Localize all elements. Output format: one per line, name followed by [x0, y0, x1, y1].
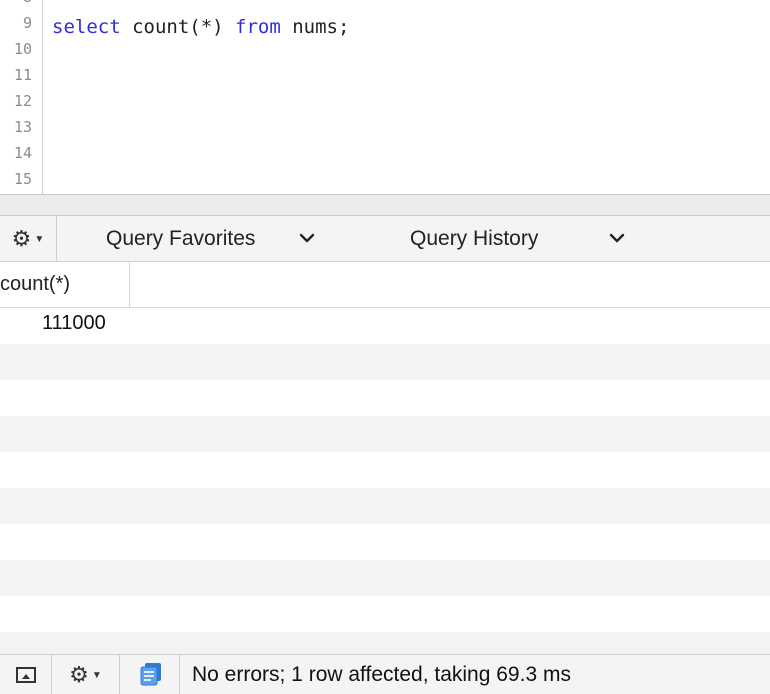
table-row[interactable]: 111000 [0, 308, 770, 344]
line-number-gutter: 8 9 10 11 12 13 14 15 [0, 0, 43, 194]
console-log-icon [140, 662, 161, 685]
dropdown-triangle-icon: ▼ [91, 670, 102, 681]
empty-row [0, 524, 770, 560]
column-header[interactable]: count(*) [0, 262, 130, 307]
line-number: 10 [13, 40, 32, 58]
sql-text: count(*) [120, 16, 236, 38]
empty-row [0, 560, 770, 596]
query-history-button[interactable]: Query History [410, 216, 538, 261]
dropdown-triangle-icon: ▼ [34, 234, 45, 245]
empty-row [0, 380, 770, 416]
empty-row [0, 488, 770, 524]
table-cell[interactable]: 111000 [42, 312, 106, 335]
status-message: No errors; 1 row affected, taking 69.3 m… [192, 662, 571, 686]
query-favorites-label: Query Favorites [106, 226, 256, 250]
query-toolbar: ⚙ ▼ Query Favorites Query History [0, 216, 770, 262]
line-number: 8 [2, 0, 32, 6]
query-actions-button[interactable]: ⚙ ▼ [0, 216, 57, 261]
line-number: 15 [13, 170, 32, 188]
query-favorites-button[interactable]: Query Favorites [106, 216, 255, 261]
results-table: 111000 [0, 308, 770, 654]
chevron-down-icon[interactable] [608, 228, 626, 248]
status-actions-button[interactable]: ⚙ ▼ [52, 655, 120, 694]
gear-icon: ⚙ [69, 661, 89, 687]
sql-code-line[interactable]: select count(*) from nums; [52, 16, 349, 38]
sql-text: nums; [280, 16, 350, 38]
sql-keyword: select [52, 16, 121, 38]
line-number: 9 [22, 14, 32, 32]
sql-keyword: from [235, 16, 281, 38]
gear-icon: ⚙ [11, 225, 32, 251]
pane-splitter[interactable] [0, 194, 770, 216]
line-number: 14 [13, 144, 32, 162]
query-history-label: Query History [410, 226, 539, 250]
line-number: 13 [13, 118, 32, 136]
line-number: 12 [13, 92, 32, 110]
pane-toggle-icon [15, 666, 36, 683]
empty-row [0, 632, 770, 654]
chevron-down-icon[interactable] [298, 228, 316, 248]
status-bar: ⚙ ▼ No errors; 1 row affected, taking 69… [0, 654, 770, 694]
line-number: 11 [13, 66, 32, 84]
empty-row [0, 344, 770, 380]
empty-row [0, 452, 770, 488]
console-log-button[interactable] [120, 655, 180, 694]
empty-row [0, 416, 770, 452]
query-editor[interactable]: 8 9 10 11 12 13 14 15 select count(*) fr… [0, 0, 770, 194]
results-header: count(*) [0, 262, 770, 308]
toggle-pane-button[interactable] [0, 655, 52, 694]
empty-row [0, 596, 770, 632]
